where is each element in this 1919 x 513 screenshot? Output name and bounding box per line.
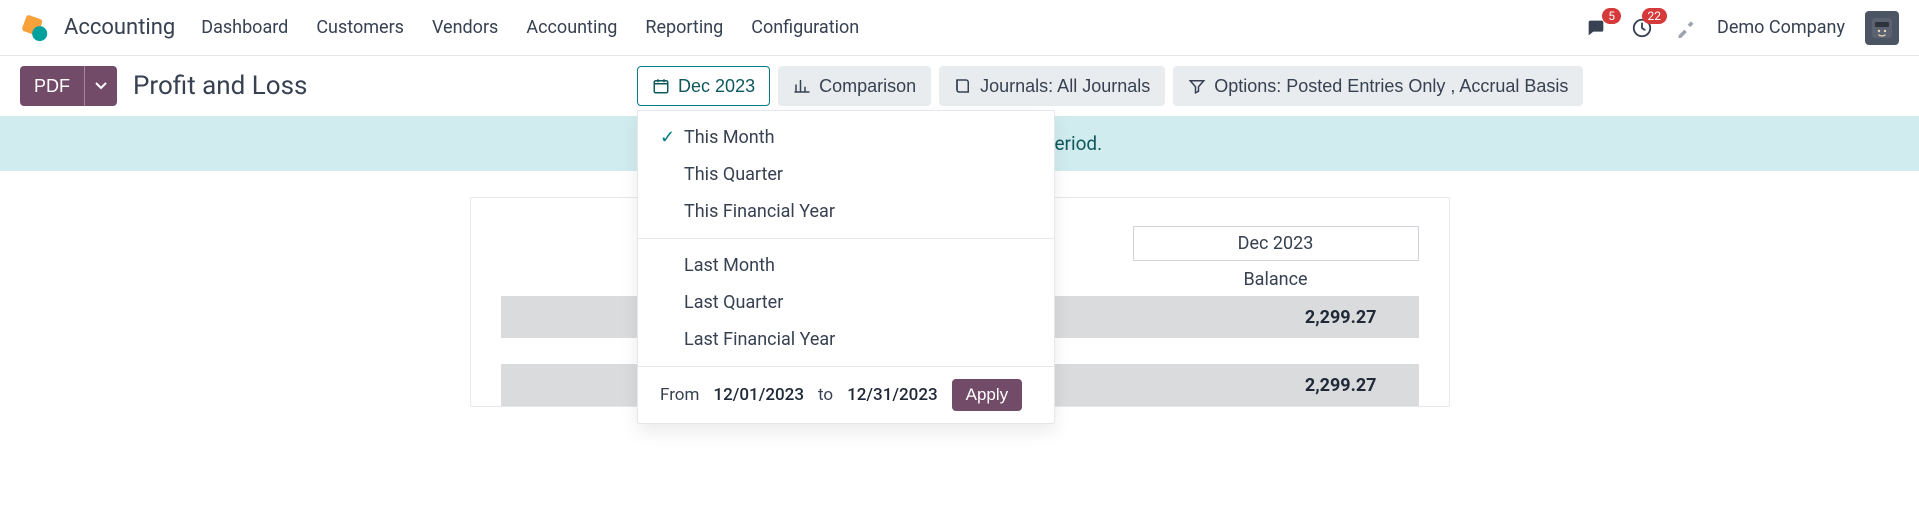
period-option-label: This Month — [684, 127, 775, 148]
period-option-label: This Quarter — [684, 164, 783, 185]
apply-button[interactable]: Apply — [952, 379, 1023, 411]
logo-icon — [20, 13, 50, 43]
nav-customers[interactable]: Customers — [316, 17, 404, 38]
period-option-label: Last Month — [684, 255, 775, 276]
pdf-button[interactable]: PDF — [20, 66, 84, 106]
activities-button[interactable]: 22 — [1629, 16, 1655, 40]
range-to-label: to — [818, 385, 833, 405]
period-last-quarter[interactable]: ✓ Last Quarter — [638, 284, 1054, 321]
pdf-dropdown-caret[interactable] — [84, 66, 117, 106]
activities-badge: 22 — [1642, 8, 1668, 24]
comparison-filter-label: Comparison — [819, 76, 916, 97]
period-last-financial-year[interactable]: ✓ Last Financial Year — [638, 321, 1054, 358]
avatar-icon — [1870, 16, 1894, 40]
options-filter-label: Options: Posted Entries Only , Accrual B… — [1214, 76, 1568, 97]
app-logo[interactable] — [20, 13, 50, 43]
nav-reporting[interactable]: Reporting — [645, 17, 723, 38]
period-filter[interactable]: Dec 2023 — [637, 66, 770, 106]
range-to-value[interactable]: 12/31/2023 — [847, 385, 938, 405]
report-amount: 2,299.27 — [1133, 307, 1419, 328]
debug-button[interactable] — [1675, 16, 1697, 40]
check-icon: ✓ — [660, 127, 676, 148]
journals-filter[interactable]: Journals: All Journals — [939, 66, 1165, 106]
caret-down-icon — [95, 82, 107, 90]
range-from-value[interactable]: 12/01/2023 — [713, 385, 804, 405]
messages-button[interactable]: 5 — [1583, 16, 1609, 40]
page-title: Profit and Loss — [133, 71, 307, 101]
report-amount: 2,299.27 — [1133, 375, 1419, 396]
nav-configuration[interactable]: Configuration — [751, 17, 859, 38]
column-balance-header: Balance — [1133, 261, 1419, 296]
bar-chart-icon — [793, 77, 811, 95]
period-option-label: Last Quarter — [684, 292, 783, 313]
filter-icon — [1188, 77, 1206, 95]
tools-icon — [1676, 18, 1696, 38]
period-filter-label: Dec 2023 — [678, 76, 755, 97]
nav-dashboard[interactable]: Dashboard — [201, 17, 288, 38]
nav-accounting[interactable]: Accounting — [526, 17, 617, 38]
period-this-financial-year[interactable]: ✓ This Financial Year — [638, 193, 1054, 230]
period-option-label: This Financial Year — [684, 201, 835, 222]
book-icon — [954, 77, 972, 95]
messages-badge: 5 — [1602, 8, 1621, 24]
comparison-filter[interactable]: Comparison — [778, 66, 931, 106]
pdf-button-group: PDF — [20, 66, 117, 106]
calendar-icon — [652, 77, 670, 95]
journals-filter-label: Journals: All Journals — [980, 76, 1150, 97]
period-last-month[interactable]: ✓ Last Month — [638, 247, 1054, 284]
period-this-quarter[interactable]: ✓ This Quarter — [638, 156, 1054, 193]
range-from-label: From — [660, 385, 699, 405]
column-period-chip[interactable]: Dec 2023 — [1133, 226, 1419, 261]
user-avatar[interactable] — [1865, 11, 1899, 45]
options-filter[interactable]: Options: Posted Entries Only , Accrual B… — [1173, 66, 1583, 106]
period-option-label: Last Financial Year — [684, 329, 835, 350]
nav-vendors[interactable]: Vendors — [432, 17, 498, 38]
app-name[interactable]: Accounting — [64, 15, 175, 40]
period-this-month[interactable]: ✓ This Month — [638, 119, 1054, 156]
company-switcher[interactable]: Demo Company — [1717, 17, 1845, 38]
period-dropdown: ✓ This Month ✓ This Quarter ✓ This Finan… — [637, 110, 1055, 424]
